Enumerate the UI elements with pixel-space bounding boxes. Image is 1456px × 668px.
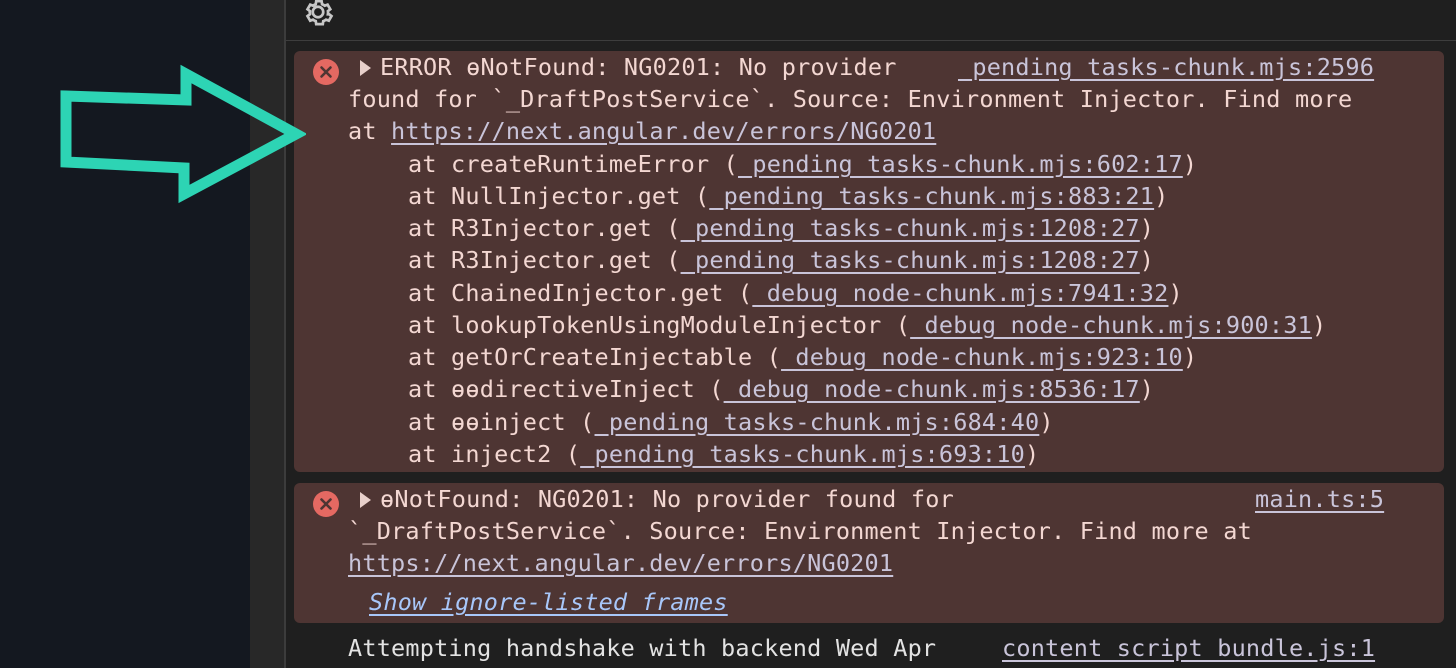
error-doc-link[interactable]: https://next.angular.dev/errors/NG0201 [348,549,893,577]
show-ignore-listed-frames-link[interactable]: Show ignore-listed frames [369,586,728,618]
stack-frame: at ChainedInjector.get (_debug_node-chun… [408,279,1183,307]
error-message: ɵNotFound: NG0201: No provider found for… [294,483,1444,623]
stack-frame-link[interactable]: _pending_tasks-chunk.mjs:883:21 [709,182,1154,210]
error-headline: ERROR ɵNotFound: NG0201: No provider [380,53,897,81]
stack-frame: at NullInjector.get (_pending_tasks-chun… [408,182,1169,210]
stack-frame-link[interactable]: _pending_tasks-chunk.mjs:1208:27 [681,246,1140,274]
error-text-line: found for `_DraftPostService`. Source: E… [348,85,1353,113]
stack-frame-link[interactable]: _pending_tasks-chunk.mjs:693:10 [580,440,1025,468]
error-circle-icon [313,491,339,517]
source-link[interactable]: _pending_tasks-chunk.mjs:2596 [958,51,1374,83]
source-link[interactable]: content_script_bundle.js:1 [1002,632,1375,664]
stack-frame: at ɵɵdirectiveInject (_debug_node-chunk.… [408,375,1155,403]
error-message: ERROR ɵNotFound: NG0201: No provider _pe… [294,51,1444,472]
error-text-line: at https://next.angular.dev/errors/NG020… [348,117,937,145]
gear-icon[interactable] [300,0,336,30]
stack-frame-link[interactable]: _debug_node-chunk.mjs:7941:32 [752,279,1168,307]
annotation-arrow-icon [60,64,306,204]
error-text-line: https://next.angular.dev/errors/NG0201 [348,547,893,579]
stack-frame: at createRuntimeError (_pending_tasks-ch… [408,150,1198,178]
stack-frame-link[interactable]: _debug_node-chunk.mjs:8536:17 [724,375,1140,403]
expand-triangle-icon[interactable] [360,60,371,76]
stack-frame-link[interactable]: _debug_node-chunk.mjs:900:31 [910,311,1312,339]
error-text-line: `_DraftPostService`. Source: Environment… [348,517,1252,545]
error-circle-icon [313,59,339,85]
stack-frame: at ɵɵinject (_pending_tasks-chunk.mjs:68… [408,408,1054,436]
error-headline: ɵNotFound: NG0201: No provider found for [380,485,954,513]
stack-frame-link[interactable]: _debug_node-chunk.mjs:923:10 [781,343,1183,371]
expand-triangle-icon[interactable] [360,492,371,508]
stack-frame: at inject2 (_pending_tasks-chunk.mjs:693… [408,440,1040,468]
error-doc-link[interactable]: https://next.angular.dev/errors/NG0201 [391,117,936,145]
stack-frame: at R3Injector.get (_pending_tasks-chunk.… [408,214,1155,242]
source-link[interactable]: main.ts:5 [1255,483,1384,515]
console-panel: ERROR ɵNotFound: NG0201: No provider _pe… [286,0,1456,668]
stack-frame: at getOrCreateInjectable (_debug_node-ch… [408,343,1198,371]
info-message: Attempting handshake with backend Wed Ap… [348,634,937,662]
stack-frame-link[interactable]: _pending_tasks-chunk.mjs:602:17 [738,150,1183,178]
stack-frame: at R3Injector.get (_pending_tasks-chunk.… [408,246,1155,274]
stack-frame-link[interactable]: _pending_tasks-chunk.mjs:1208:27 [681,214,1140,242]
stack-frame-link[interactable]: _pending_tasks-chunk.mjs:684:40 [595,408,1040,436]
console-toolbar [286,0,1456,41]
stack-frame: at lookupTokenUsingModuleInjector (_debu… [408,311,1327,339]
